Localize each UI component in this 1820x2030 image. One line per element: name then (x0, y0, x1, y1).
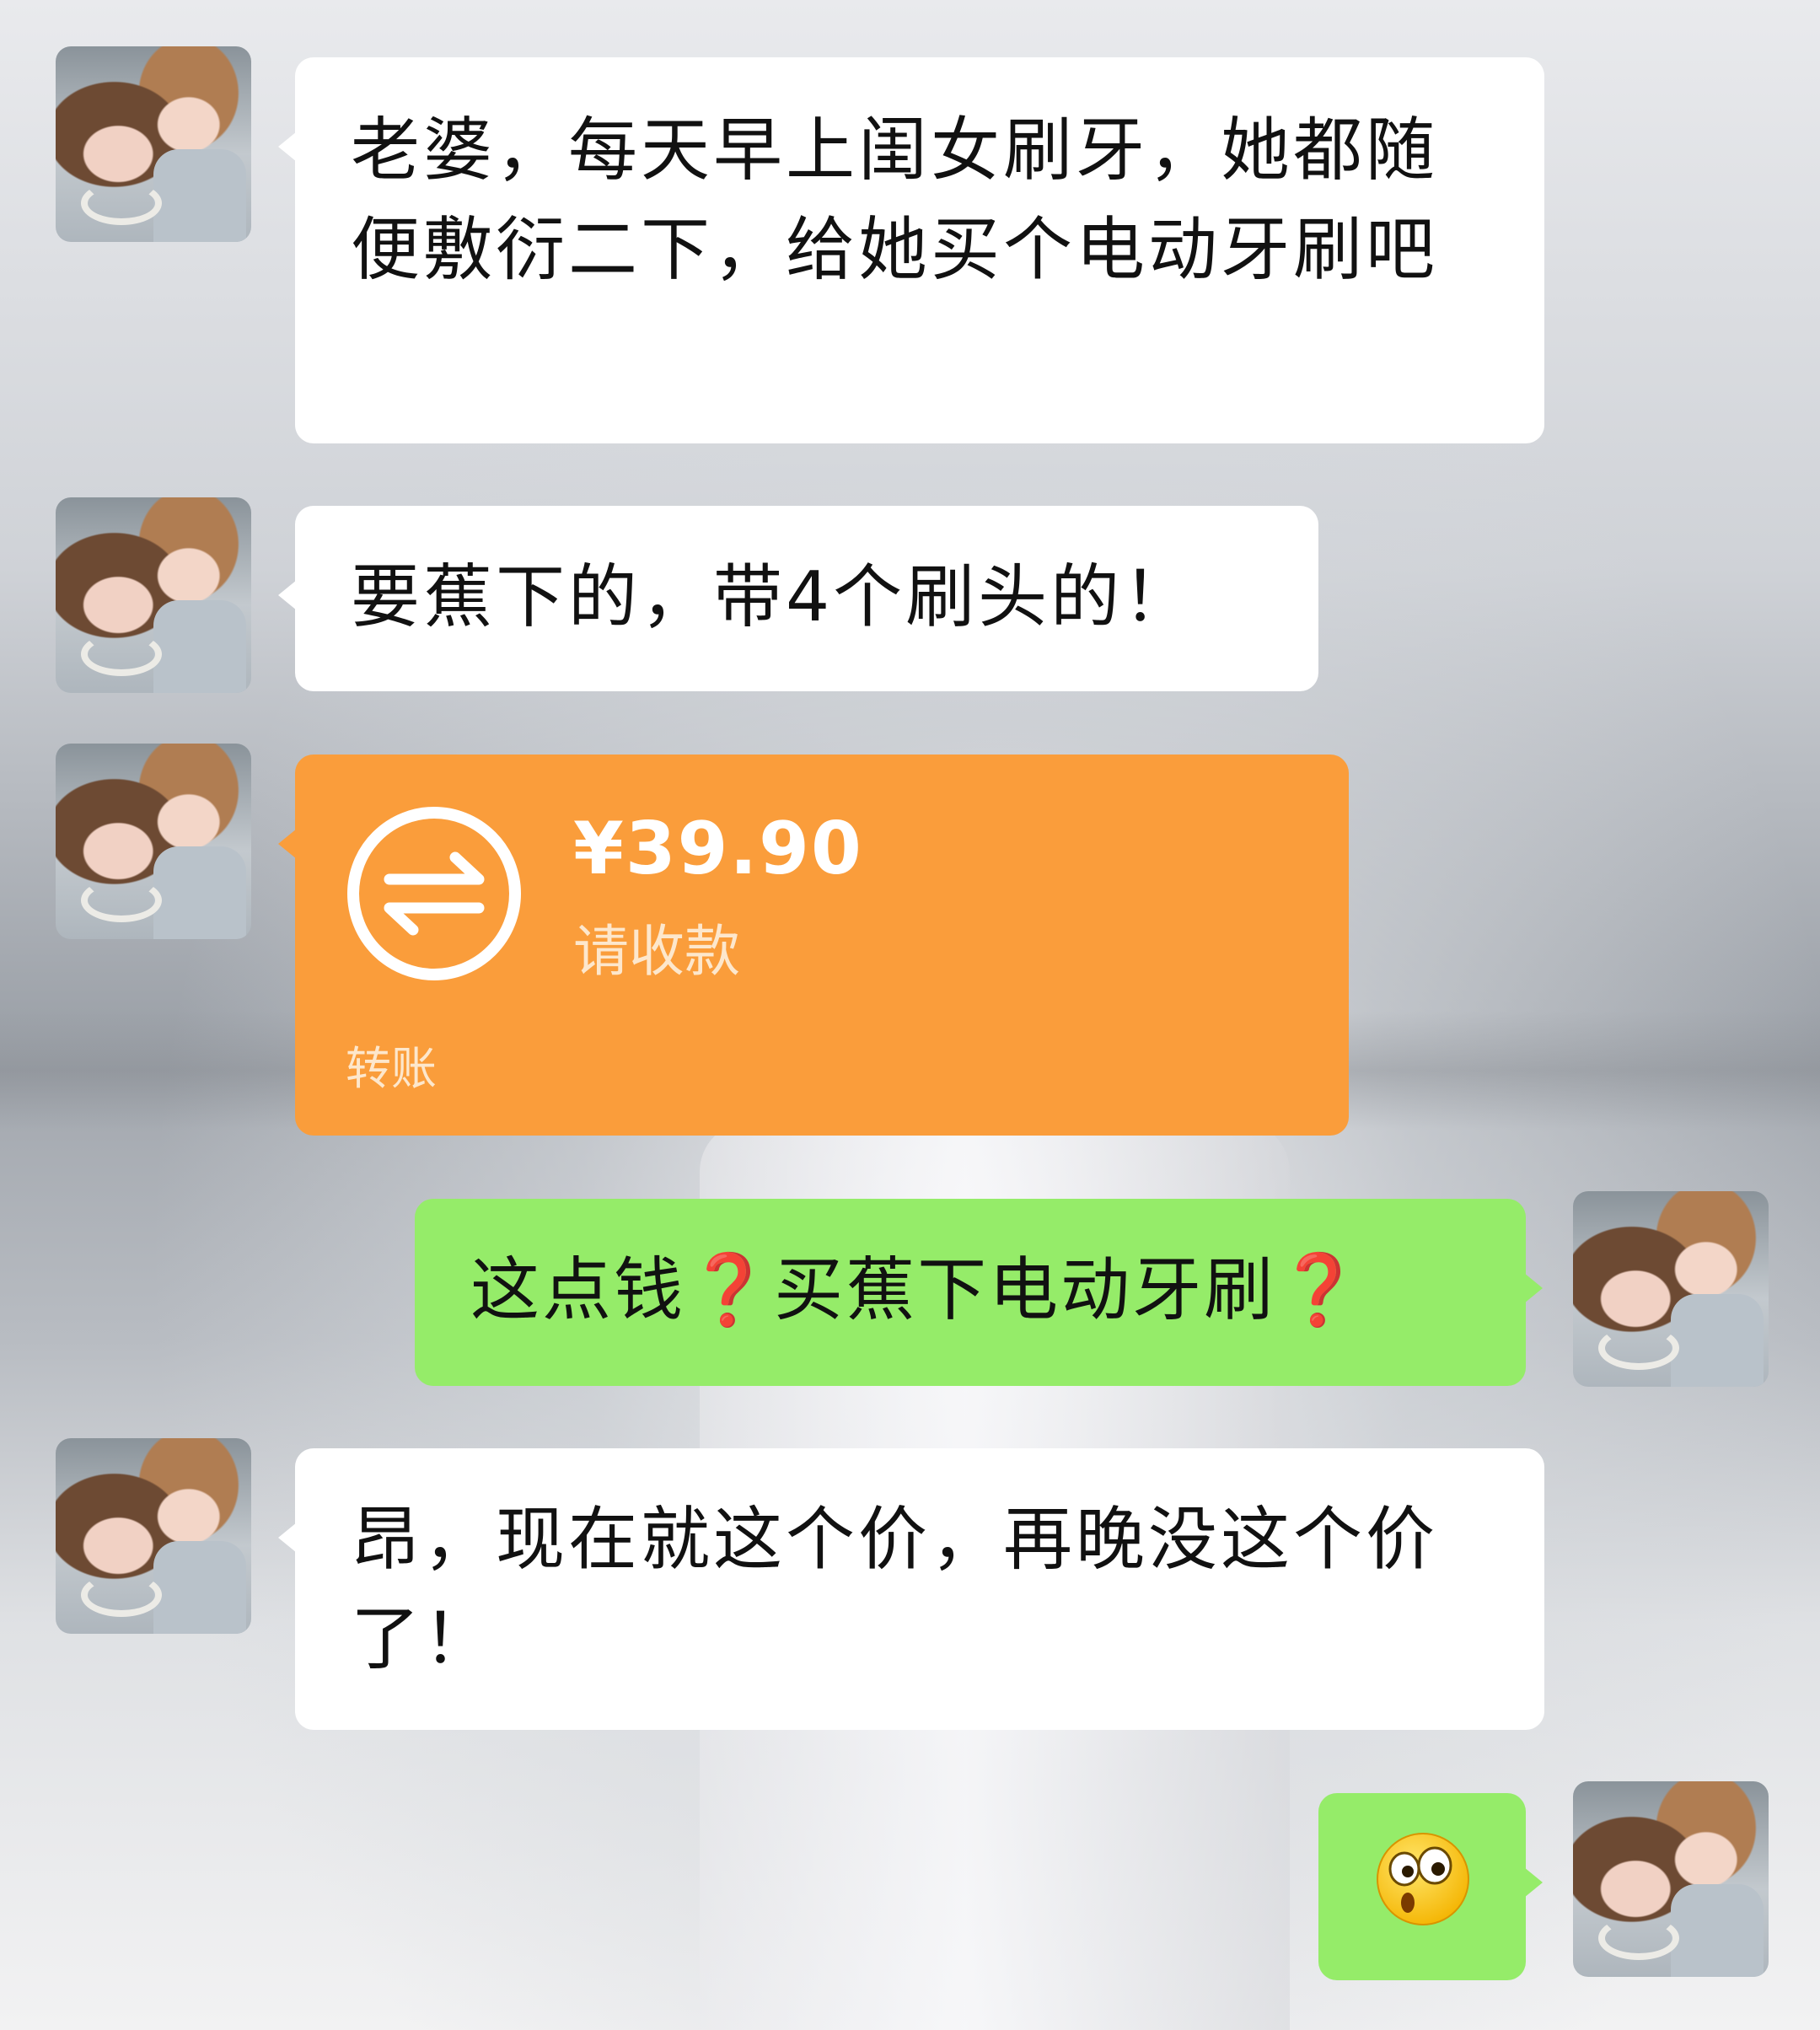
message-bubble-incoming[interactable]: 昂，现在就这个价，再晚没这个价了！ (278, 1448, 1544, 1730)
transfer-amount: ¥39.90 (573, 807, 863, 891)
avatar-neck-fan (81, 632, 162, 676)
avatar-neck-fan (1598, 1326, 1679, 1370)
transfer-type-label: 转账 (346, 1042, 437, 1095)
contact-avatar[interactable] (56, 46, 251, 242)
message-bubble-incoming[interactable]: 要蕉下的，带4个刷头的！ (278, 506, 1318, 691)
message-text: 昂，现在就这个价，再晚没这个价了！ (351, 1500, 1439, 1679)
transfer-arrows-icon (347, 807, 521, 980)
avatar-neck-fan (1598, 1916, 1679, 1960)
avatar-shirt (1671, 1884, 1764, 1977)
avatar-shirt (153, 846, 246, 939)
question-mark-emoji: ❓ (1275, 1250, 1365, 1330)
my-avatar[interactable] (1573, 1781, 1769, 1977)
transfer-status: 请收款 (573, 919, 740, 984)
message-bubble-incoming[interactable]: 老婆，每天早上闺女刷牙，她都随便敷衍二下，给她买个电动牙刷吧 (278, 57, 1544, 443)
avatar-shirt (153, 149, 246, 242)
contact-avatar[interactable] (56, 744, 251, 939)
message-text: 要蕉下的，带4个刷头的！ (351, 557, 1196, 637)
contact-avatar[interactable] (56, 1438, 251, 1634)
avatar-neck-fan (81, 181, 162, 225)
avatar-neck-fan (81, 1573, 162, 1617)
message-bubble-outgoing[interactable]: 这点钱❓买蕉下电动牙刷❓ (415, 1199, 1543, 1386)
question-mark-emoji: ❓ (685, 1250, 775, 1330)
message-text: 这点钱❓买蕉下电动牙刷❓ (470, 1241, 1470, 1340)
message-bubble-outgoing-emoji[interactable] (1318, 1793, 1543, 1980)
surprised-face-emoji (1377, 1833, 1469, 1925)
contact-avatar[interactable] (56, 497, 251, 693)
transfer-card[interactable]: ¥39.90 请收款 转账 (278, 755, 1349, 1136)
avatar-neck-fan (81, 878, 162, 922)
message-text-part: 买蕉下电动牙刷 (774, 1250, 1276, 1330)
message-text: 老婆，每天早上闺女刷牙，她都随便敷衍二下，给她买个电动牙刷吧 (351, 110, 1439, 290)
avatar-shirt (153, 1541, 246, 1634)
my-avatar[interactable] (1573, 1191, 1769, 1387)
message-text-part: 这点钱 (470, 1250, 686, 1330)
avatar-shirt (153, 600, 246, 693)
avatar-shirt (1671, 1294, 1764, 1387)
